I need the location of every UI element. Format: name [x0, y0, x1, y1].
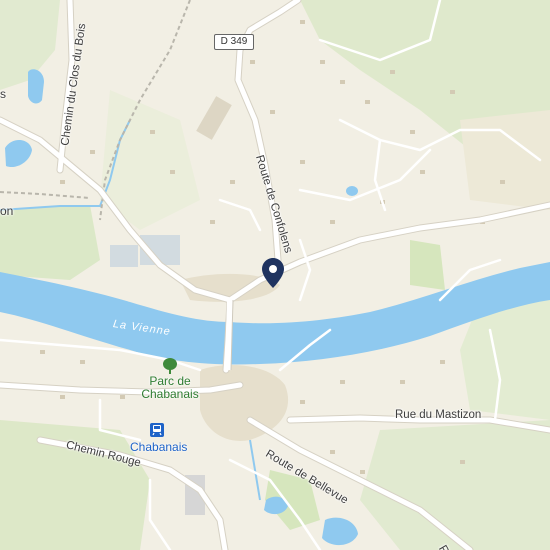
park-label-line2: Chabanais — [141, 387, 199, 401]
tree-icon — [163, 358, 177, 374]
street-label-partial-mid-left: on — [0, 204, 14, 218]
map-pin-icon[interactable] — [262, 258, 284, 288]
park-label: Parc de Chabanais — [140, 375, 200, 401]
map-view[interactable]: D 349 Route de Confolens Chemin du Clos … — [0, 0, 550, 550]
train-station-icon — [150, 423, 164, 437]
street-label-rue-mastizon: Rue du Mastizon — [395, 409, 482, 421]
station-label: Chabanais — [130, 440, 188, 454]
street-label-partial-top-left: s — [0, 87, 6, 101]
road-shield-d349: D 349 — [214, 34, 254, 50]
